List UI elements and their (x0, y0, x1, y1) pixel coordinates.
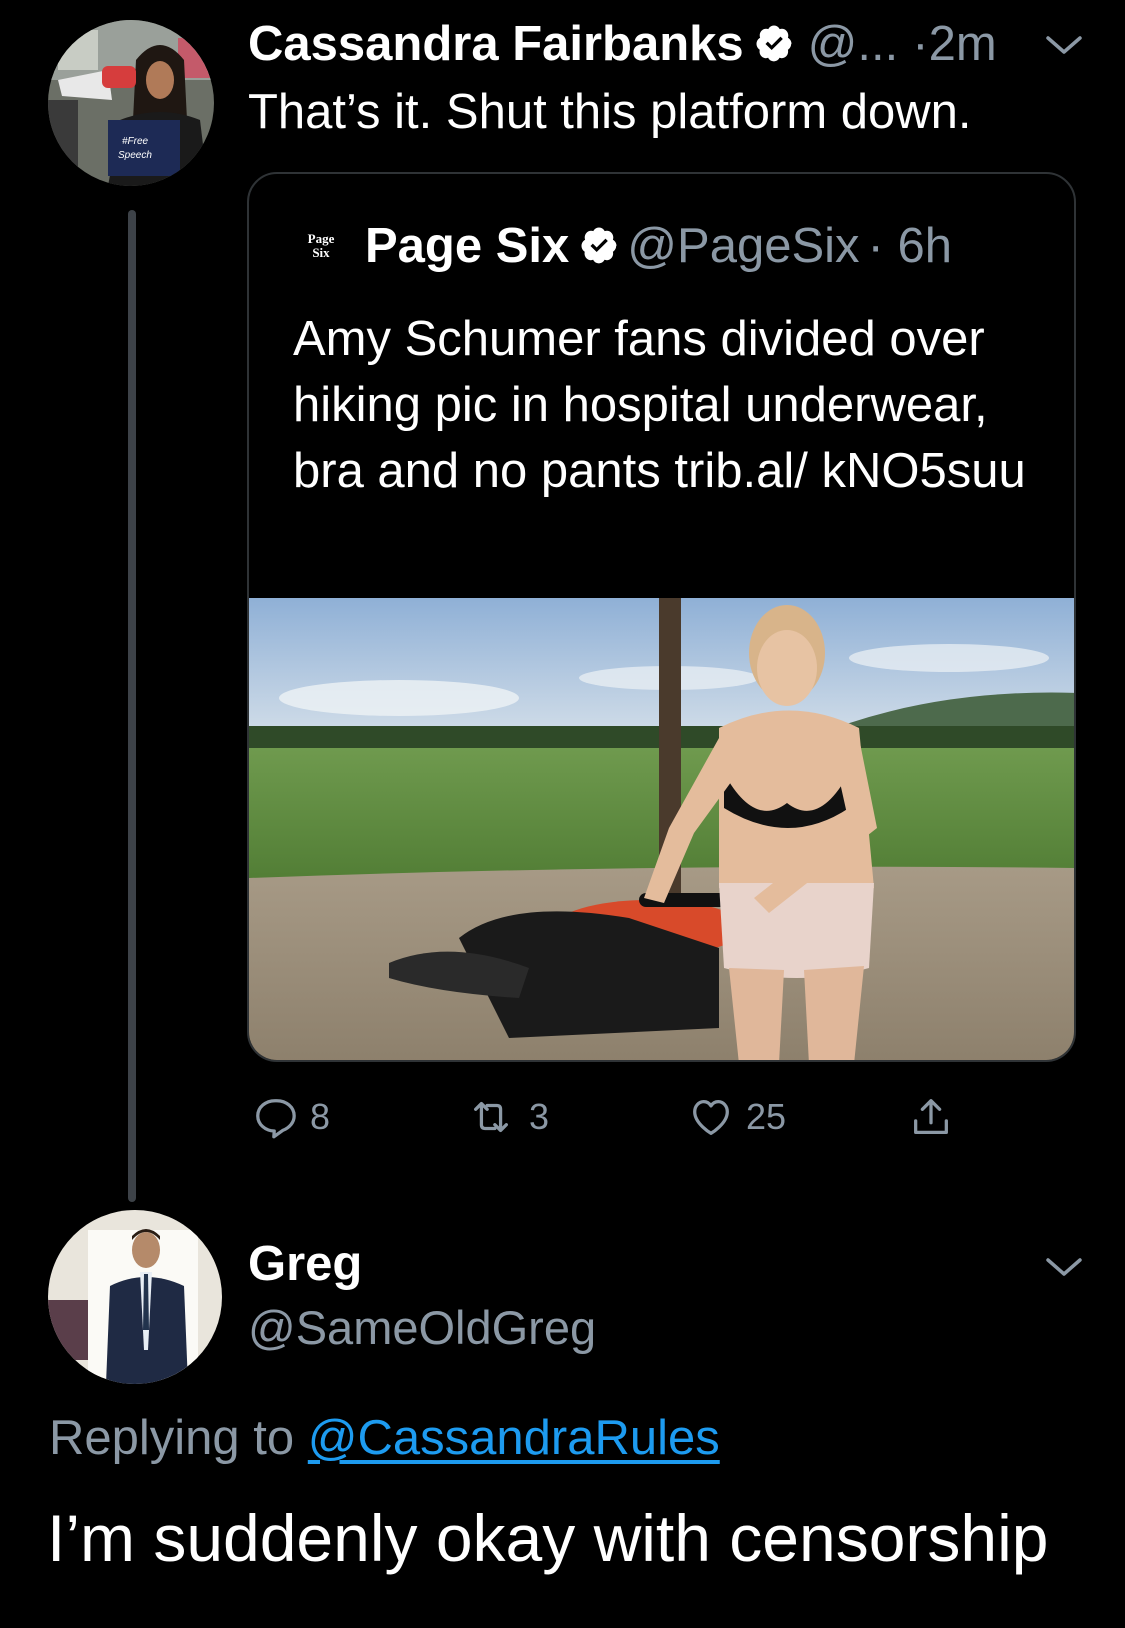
retweet-action[interactable]: 3 (465, 1092, 549, 1142)
verified-icon (581, 227, 617, 264)
retweet-count: 3 (529, 1096, 550, 1137)
reply-author-handle[interactable]: @SameOldGreg (248, 1300, 596, 1355)
quoted-author-handle[interactable]: @PageSix (627, 219, 859, 273)
quoted-header: Page Six @PageSix · 6h (365, 218, 952, 274)
chevron-down-icon[interactable] (1044, 34, 1084, 58)
reply-author-name[interactable]: Greg (248, 1236, 362, 1292)
replying-to-link[interactable]: @CassandraRules (308, 1411, 720, 1465)
logo-text: Page Six (307, 231, 335, 260)
reply-action[interactable]: 8 (252, 1092, 330, 1142)
quoted-tweet[interactable]: Page Six Page Six @PageSix · 6h Amy Schume… (247, 172, 1076, 1062)
quoted-author-name[interactable]: Page Six (365, 219, 569, 273)
replying-prefix: Replying to (49, 1411, 295, 1465)
quoted-text: Amy Schumer fans divided over hiking pic… (293, 312, 1026, 498)
replying-to-line: Replying to @CassandraRules (49, 1410, 720, 1466)
quoted-time: · 6h (867, 219, 952, 273)
tweet-header: Cassandra Fairbanks @... ·2m (248, 16, 997, 72)
page-six-logo: Page Six (301, 232, 341, 268)
retweet-icon (474, 1101, 508, 1133)
tweet-text: That’s it. Shut this platform down. (248, 85, 972, 139)
like-action[interactable]: 25 (688, 1092, 786, 1142)
thread-line (128, 210, 136, 1202)
reply-text: I’m suddenly okay with censorship (47, 1501, 1049, 1575)
share-icon (914, 1099, 948, 1134)
like-count: 25 (746, 1096, 787, 1137)
quoted-photo[interactable] (249, 598, 1076, 1062)
like-icon (693, 1100, 729, 1135)
svg-text:Speech: Speech (118, 150, 152, 161)
author-handle[interactable]: @... (808, 17, 899, 71)
reply-icon (256, 1099, 296, 1139)
author-name[interactable]: Cassandra Fairbanks (248, 17, 744, 71)
tweet-time: ·2m (912, 17, 997, 71)
reply-author-avatar[interactable] (48, 1210, 222, 1384)
verified-icon (756, 25, 792, 62)
chevron-down-icon[interactable] (1044, 1256, 1084, 1280)
reply-count: 8 (310, 1096, 331, 1137)
svg-text:#Free: #Free (122, 136, 149, 147)
share-action[interactable] (908, 1092, 954, 1142)
author-avatar[interactable]: #Free Speech (48, 20, 214, 186)
